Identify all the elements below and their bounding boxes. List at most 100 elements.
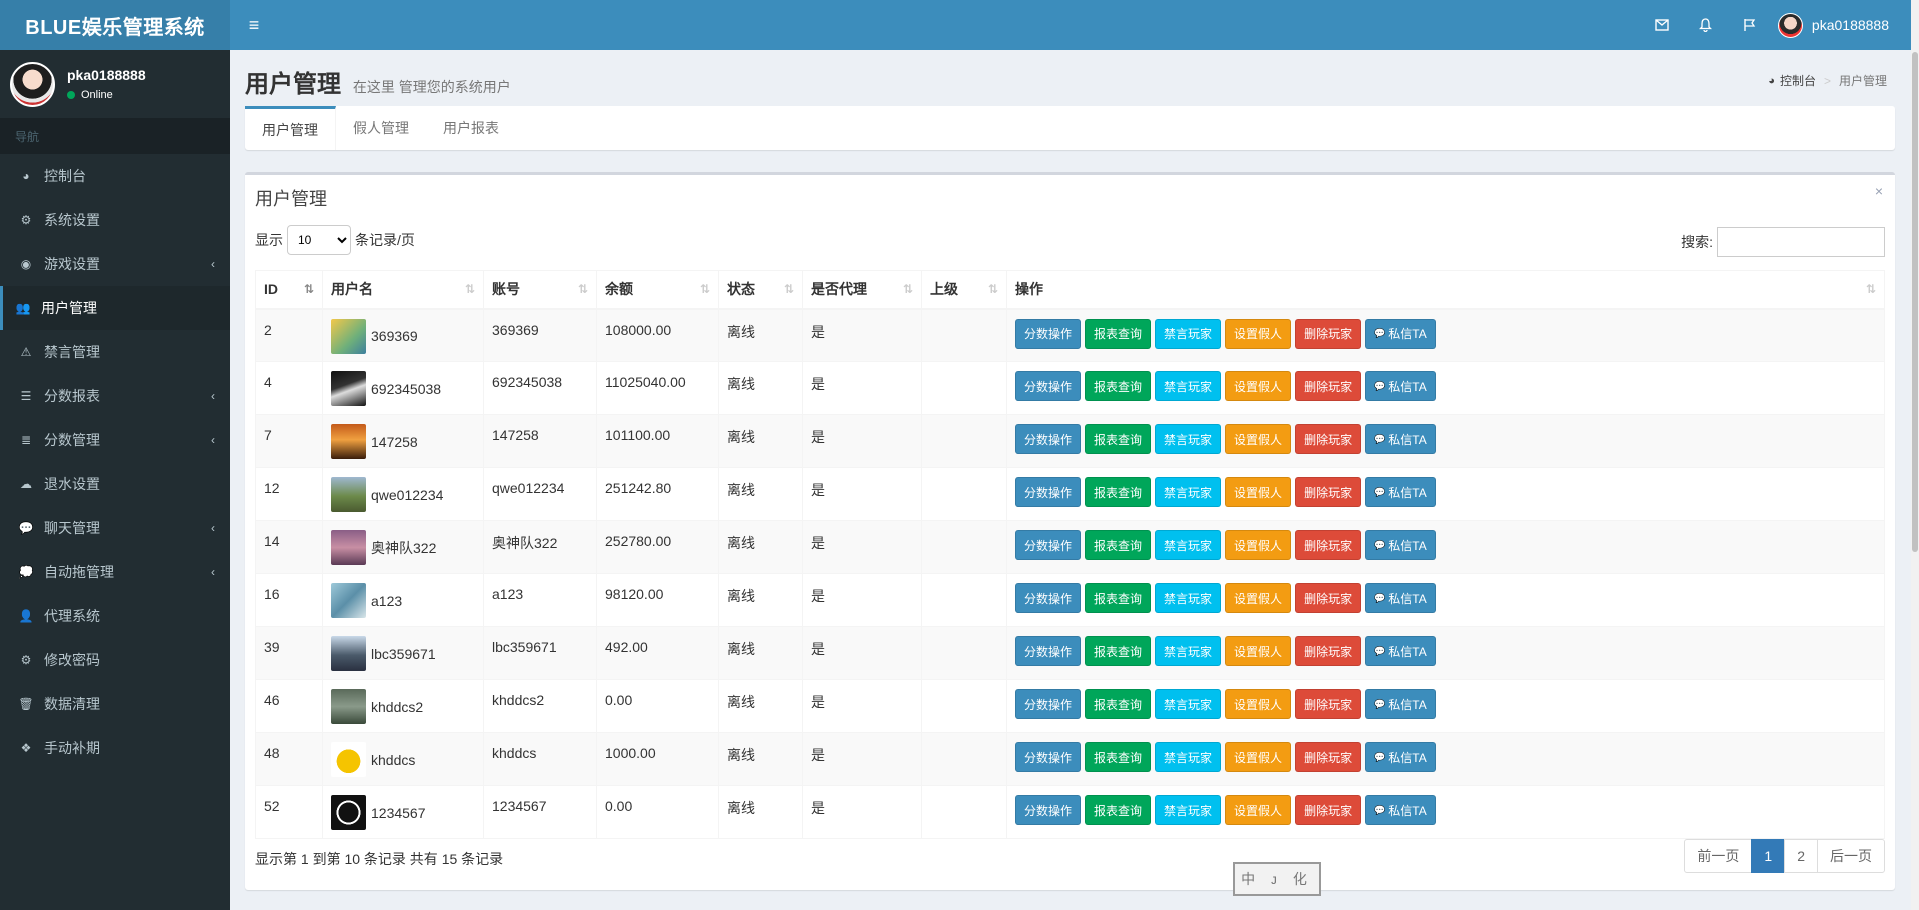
action-button-1[interactable]: 报表查询 [1085,424,1152,454]
action-button-2[interactable]: 禁言玩家 [1155,583,1222,613]
sidebar-item-3[interactable]: 👥 用户管理 [0,286,230,330]
action-button-4[interactable]: 删除玩家 [1295,371,1362,401]
scrollbar-thumb[interactable] [1912,52,1918,552]
action-button-1[interactable]: 报表查询 [1085,371,1152,401]
action-button-3[interactable]: 设置假人 [1225,742,1292,772]
action-button-2[interactable]: 禁言玩家 [1155,689,1222,719]
action-button-2[interactable]: 禁言玩家 [1155,530,1222,560]
app-logo[interactable]: BLUE娱乐管理系统 [0,0,230,50]
action-button-0[interactable]: 分数操作 [1015,636,1082,666]
sidebar-item-1[interactable]: ⚙ 系统设置 [0,198,230,242]
action-button-0[interactable]: 分数操作 [1015,424,1082,454]
action-button-4[interactable]: 删除玩家 [1295,742,1362,772]
action-button-5[interactable]: 💬 私信TA [1365,530,1436,560]
action-button-5[interactable]: 💬 私信TA [1365,636,1436,666]
pager-page-1[interactable]: 1 [1751,839,1786,873]
action-button-3[interactable]: 设置假人 [1225,318,1292,349]
column-header-4[interactable]: 状态 ⇅ [718,270,803,310]
action-button-5[interactable]: 💬 私信TA [1365,689,1436,719]
action-button-4[interactable]: 删除玩家 [1295,530,1362,560]
action-button-5[interactable]: 💬 私信TA [1365,318,1436,349]
action-button-5[interactable]: 💬 私信TA [1365,583,1436,613]
action-button-1[interactable]: 报表查询 [1085,689,1152,719]
action-button-5[interactable]: 💬 私信TA [1365,742,1436,772]
sidebar-item-12[interactable]: 🗑 数据清理 [0,682,230,726]
sidebar-toggle-icon[interactable]: ≡ [244,15,264,35]
action-button-5[interactable]: 💬 私信TA [1365,795,1436,825]
tab-user-report[interactable]: 用户报表 [426,106,516,150]
action-button-0[interactable]: 分数操作 [1015,371,1082,401]
action-button-1[interactable]: 报表查询 [1085,583,1152,613]
pager-prev-button[interactable]: 前一页 [1684,839,1753,873]
close-icon[interactable]: × [1875,183,1883,199]
action-button-0[interactable]: 分数操作 [1015,477,1082,507]
column-header-2[interactable]: 账号 ⇅ [483,270,597,310]
page-length-select[interactable]: 10 [287,225,351,255]
action-button-4[interactable]: 删除玩家 [1295,689,1362,719]
action-button-4[interactable]: 删除玩家 [1295,477,1362,507]
action-button-5[interactable]: 💬 私信TA [1365,477,1436,507]
column-header-5[interactable]: 是否代理 ⇅ [802,270,922,310]
action-button-4[interactable]: 删除玩家 [1295,795,1362,825]
action-button-0[interactable]: 分数操作 [1015,318,1082,349]
action-button-3[interactable]: 设置假人 [1225,689,1292,719]
action-button-2[interactable]: 禁言玩家 [1155,318,1222,349]
sidebar-item-8[interactable]: 💬 聊天管理 ‹ [0,506,230,550]
sidebar-item-11[interactable]: ⚙ 修改密码 [0,638,230,682]
column-header-7[interactable]: 操作 ⇅ [1006,270,1885,310]
action-button-2[interactable]: 禁言玩家 [1155,636,1222,666]
search-input[interactable] [1717,227,1885,257]
column-header-3[interactable]: 余额 ⇅ [596,270,719,310]
action-button-0[interactable]: 分数操作 [1015,689,1082,719]
sidebar-item-9[interactable]: 💭 自动拖管理 ‹ [0,550,230,594]
action-button-5[interactable]: 💬 私信TA [1365,424,1436,454]
action-button-0[interactable]: 分数操作 [1015,583,1082,613]
breadcrumb-home[interactable]: 控制台 [1780,72,1816,89]
page-scrollbar[interactable] [1911,0,1919,910]
action-button-2[interactable]: 禁言玩家 [1155,424,1222,454]
sidebar-item-5[interactable]: ☰ 分数报表 ‹ [0,374,230,418]
action-button-1[interactable]: 报表查询 [1085,795,1152,825]
action-button-4[interactable]: 删除玩家 [1295,424,1362,454]
action-button-1[interactable]: 报表查询 [1085,318,1152,349]
action-button-3[interactable]: 设置假人 [1225,424,1292,454]
mail-icon[interactable] [1640,0,1684,50]
action-button-1[interactable]: 报表查询 [1085,530,1152,560]
column-header-0[interactable]: ID ⇅ [255,270,323,310]
column-header-1[interactable]: 用户名 ⇅ [322,270,484,310]
action-button-0[interactable]: 分数操作 [1015,742,1082,772]
action-button-1[interactable]: 报表查询 [1085,636,1152,666]
sidebar-item-13[interactable]: ❖ 手动补期 [0,726,230,770]
sidebar-item-7[interactable]: ☁ 退水设置 [0,462,230,506]
sidebar-item-0[interactable]: ◕ 控制台 [0,154,230,198]
tab-bots[interactable]: 假人管理 [336,106,426,150]
pager-next-button[interactable]: 后一页 [1817,839,1885,873]
sidebar-item-10[interactable]: 👤 代理系统 [0,594,230,638]
action-button-3[interactable]: 设置假人 [1225,477,1292,507]
action-button-2[interactable]: 禁言玩家 [1155,742,1222,772]
action-button-3[interactable]: 设置假人 [1225,636,1292,666]
sidebar-item-6[interactable]: ≣ 分数管理 ‹ [0,418,230,462]
action-button-5[interactable]: 💬 私信TA [1365,371,1436,401]
column-header-6[interactable]: 上级 ⇅ [921,270,1007,310]
flag-icon[interactable] [1728,0,1772,50]
bell-icon[interactable] [1684,0,1728,50]
sidebar-item-2[interactable]: ◉ 游戏设置 ‹ [0,242,230,286]
user-menu[interactable]: pka0188888 [1777,12,1889,38]
action-button-4[interactable]: 删除玩家 [1295,318,1362,349]
action-button-0[interactable]: 分数操作 [1015,795,1082,825]
action-button-1[interactable]: 报表查询 [1085,742,1152,772]
action-button-2[interactable]: 禁言玩家 [1155,477,1222,507]
pager-page-2[interactable]: 2 [1784,839,1818,873]
action-button-4[interactable]: 删除玩家 [1295,636,1362,666]
action-button-3[interactable]: 设置假人 [1225,371,1292,401]
tab-users[interactable]: 用户管理 [245,106,336,150]
action-button-3[interactable]: 设置假人 [1225,583,1292,613]
action-button-2[interactable]: 禁言玩家 [1155,371,1222,401]
action-button-3[interactable]: 设置假人 [1225,530,1292,560]
action-button-4[interactable]: 删除玩家 [1295,583,1362,613]
action-button-1[interactable]: 报表查询 [1085,477,1152,507]
action-button-0[interactable]: 分数操作 [1015,530,1082,560]
action-button-2[interactable]: 禁言玩家 [1155,795,1222,825]
sidebar-item-4[interactable]: ⚠ 禁言管理 [0,330,230,374]
